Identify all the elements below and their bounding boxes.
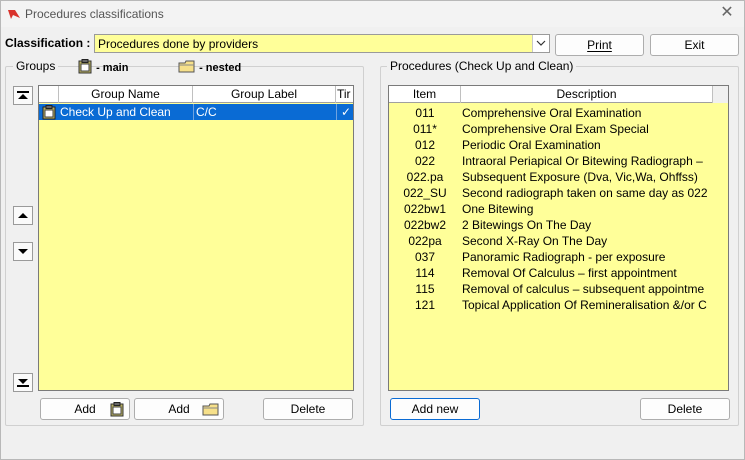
procedure-item-cell: 012 <box>414 138 436 152</box>
procedure-item-cell: 022_SU <box>403 186 447 200</box>
procedure-description-cell: Periodic Oral Examination <box>462 138 601 152</box>
move-up-button[interactable] <box>13 206 33 225</box>
procedure-item-cell: 022bw2 <box>403 218 447 232</box>
arrow-top-icon <box>17 91 29 99</box>
clipboard-icon <box>42 105 56 120</box>
table-row[interactable]: 011* Comprehensive Oral Exam Special <box>389 121 728 137</box>
classification-value: Procedures done by providers <box>98 37 259 51</box>
procedures-header-filler <box>713 86 728 103</box>
exit-button-label: Exit <box>684 38 705 52</box>
table-row[interactable]: 022.pa Subsequent Exposure (Dva, Vic,Wa, … <box>389 169 728 185</box>
table-row[interactable]: 022bw2 2 Bitewings On The Day <box>389 217 728 233</box>
table-row[interactable]: 121 Topical Application Of Remineralisati… <box>389 297 728 313</box>
delete-procedure-label: Delete <box>667 402 703 416</box>
procedure-item-cell: 022.pa <box>406 170 444 184</box>
procedure-item-cell: 115 <box>415 282 435 296</box>
title-bar: Procedures classifications ✕ <box>1 1 744 27</box>
arrow-up-icon <box>18 213 28 218</box>
procedures-header-description[interactable]: Description <box>461 86 713 103</box>
procedure-description-cell: Panoramic Radiograph - per exposure <box>462 250 666 264</box>
clipboard-icon <box>78 59 92 74</box>
close-button[interactable]: ✕ <box>718 4 736 22</box>
classification-dropdown-button[interactable] <box>532 35 549 52</box>
table-row[interactable]: 115 Removal of calculus – subsequent appo… <box>389 281 728 297</box>
classification-label: Classification : <box>5 36 91 50</box>
groups-header-tier[interactable]: Tir <box>336 86 353 103</box>
groups-grid-header: Group Name Group Label Tir <box>39 86 353 103</box>
table-row[interactable]: 022 Intraoral Periapical Or Bitewing Radi… <box>389 153 728 169</box>
add-new-procedure-button[interactable]: Add new <box>390 398 480 420</box>
procedure-description-cell: Comprehensive Oral Exam Special <box>462 122 649 136</box>
table-row[interactable]: 037 Panoramic Radiograph - per exposure <box>389 249 728 265</box>
clipboard-icon <box>110 402 124 417</box>
groups-header-label[interactable]: Group Label <box>193 86 336 103</box>
groups-header-name[interactable]: Group Name <box>59 86 193 103</box>
groups-title: Groups <box>13 59 59 73</box>
add-nested-group-button[interactable]: Add <box>134 398 224 420</box>
legend-main-label: - main <box>96 62 129 74</box>
procedure-item-cell: 022pa <box>408 234 442 248</box>
procedures-header-item[interactable]: Item <box>389 86 461 103</box>
procedure-description-cell: One Bitewing <box>462 202 534 216</box>
table-row[interactable]: 022_SU Second radiograph taken on same da… <box>389 185 728 201</box>
table-row[interactable]: 022bw1 One Bitewing <box>389 201 728 217</box>
delete-procedure-button[interactable]: Delete <box>640 398 730 420</box>
procedure-description-cell: Comprehensive Oral Examination <box>462 106 642 120</box>
procedure-description-cell: Subsequent Exposure (Dva, Vic,Wa, Ohffss… <box>462 170 698 184</box>
window-title: Procedures classifications <box>25 7 164 21</box>
folder-icon <box>178 60 195 73</box>
procedures-grid-header: Item Description <box>389 86 728 103</box>
chevron-down-icon <box>536 40 546 46</box>
exit-button[interactable]: Exit <box>650 34 739 56</box>
delete-group-label: Delete <box>290 402 326 416</box>
procedure-description-cell: Removal Of Calculus – first appointment <box>462 266 677 280</box>
move-bottom-button[interactable] <box>13 373 33 392</box>
group-label-cell: C/C <box>193 104 336 120</box>
procedures-grid[interactable]: Item Description 011 Comprehensive Oral E… <box>388 85 729 391</box>
table-row[interactable]: 011 Comprehensive Oral Examination <box>389 105 728 121</box>
procedure-description-cell: Removal of calculus – subsequent appoint… <box>462 282 705 296</box>
procedure-description-cell: Second X-Ray On The Day <box>462 234 608 248</box>
procedure-description-cell: Intraoral Periapical Or Bitewing Radiogr… <box>462 154 703 168</box>
folder-icon <box>202 403 219 416</box>
legend-nested: - nested <box>178 59 241 74</box>
procedure-item-cell: 022 <box>414 154 436 168</box>
table-row[interactable]: 022pa Second X-Ray On The Day <box>389 233 728 249</box>
table-row[interactable]: Check Up and Clean C/C ✓ <box>39 104 353 120</box>
add-new-label: Add new <box>411 402 459 416</box>
procedure-item-cell: 114 <box>415 266 435 280</box>
group-tier-checkmark[interactable]: ✓ <box>336 104 353 120</box>
procedure-description-cell: Topical Application Of Remineralisation … <box>462 298 707 312</box>
groups-grid[interactable]: Group Name Group Label Tir Check Up and … <box>38 85 354 391</box>
close-icon: ✕ <box>720 4 734 21</box>
app-logo-icon <box>8 10 20 19</box>
procedure-description-cell: Second radiograph taken on same day as 0… <box>462 186 708 200</box>
move-top-button[interactable] <box>13 86 33 105</box>
group-name-cell: Check Up and Clean <box>60 105 171 119</box>
procedure-item-cell: 011* <box>413 122 437 136</box>
groups-header-indicator <box>39 86 59 103</box>
arrow-down-icon <box>18 249 28 254</box>
add-main-label: Add <box>74 402 96 416</box>
procedure-item-cell: 037 <box>414 250 436 264</box>
delete-group-button[interactable]: Delete <box>263 398 353 420</box>
arrow-bottom-icon <box>17 379 29 387</box>
move-down-button[interactable] <box>13 242 33 261</box>
procedures-title: Procedures (Check Up and Clean) <box>387 59 577 73</box>
add-main-group-button[interactable]: Add <box>40 398 130 420</box>
procedure-item-cell: 121 <box>414 298 436 312</box>
procedure-item-cell: 022bw1 <box>403 202 447 216</box>
print-button-label: Print <box>587 38 612 52</box>
classification-select[interactable]: Procedures done by providers <box>94 34 550 53</box>
legend-main: - main <box>77 59 128 74</box>
add-nested-label: Add <box>168 402 190 416</box>
procedure-description-cell: 2 Bitewings On The Day <box>462 218 592 232</box>
table-row[interactable]: 012 Periodic Oral Examination <box>389 137 728 153</box>
procedures-classifications-window: Procedures classifications ✕ Classificat… <box>0 0 745 460</box>
table-row[interactable]: 114 Removal Of Calculus – first appointme… <box>389 265 728 281</box>
legend-nested-label: - nested <box>199 62 242 74</box>
procedure-item-cell: 011 <box>415 106 435 120</box>
print-button[interactable]: Print <box>555 34 644 56</box>
